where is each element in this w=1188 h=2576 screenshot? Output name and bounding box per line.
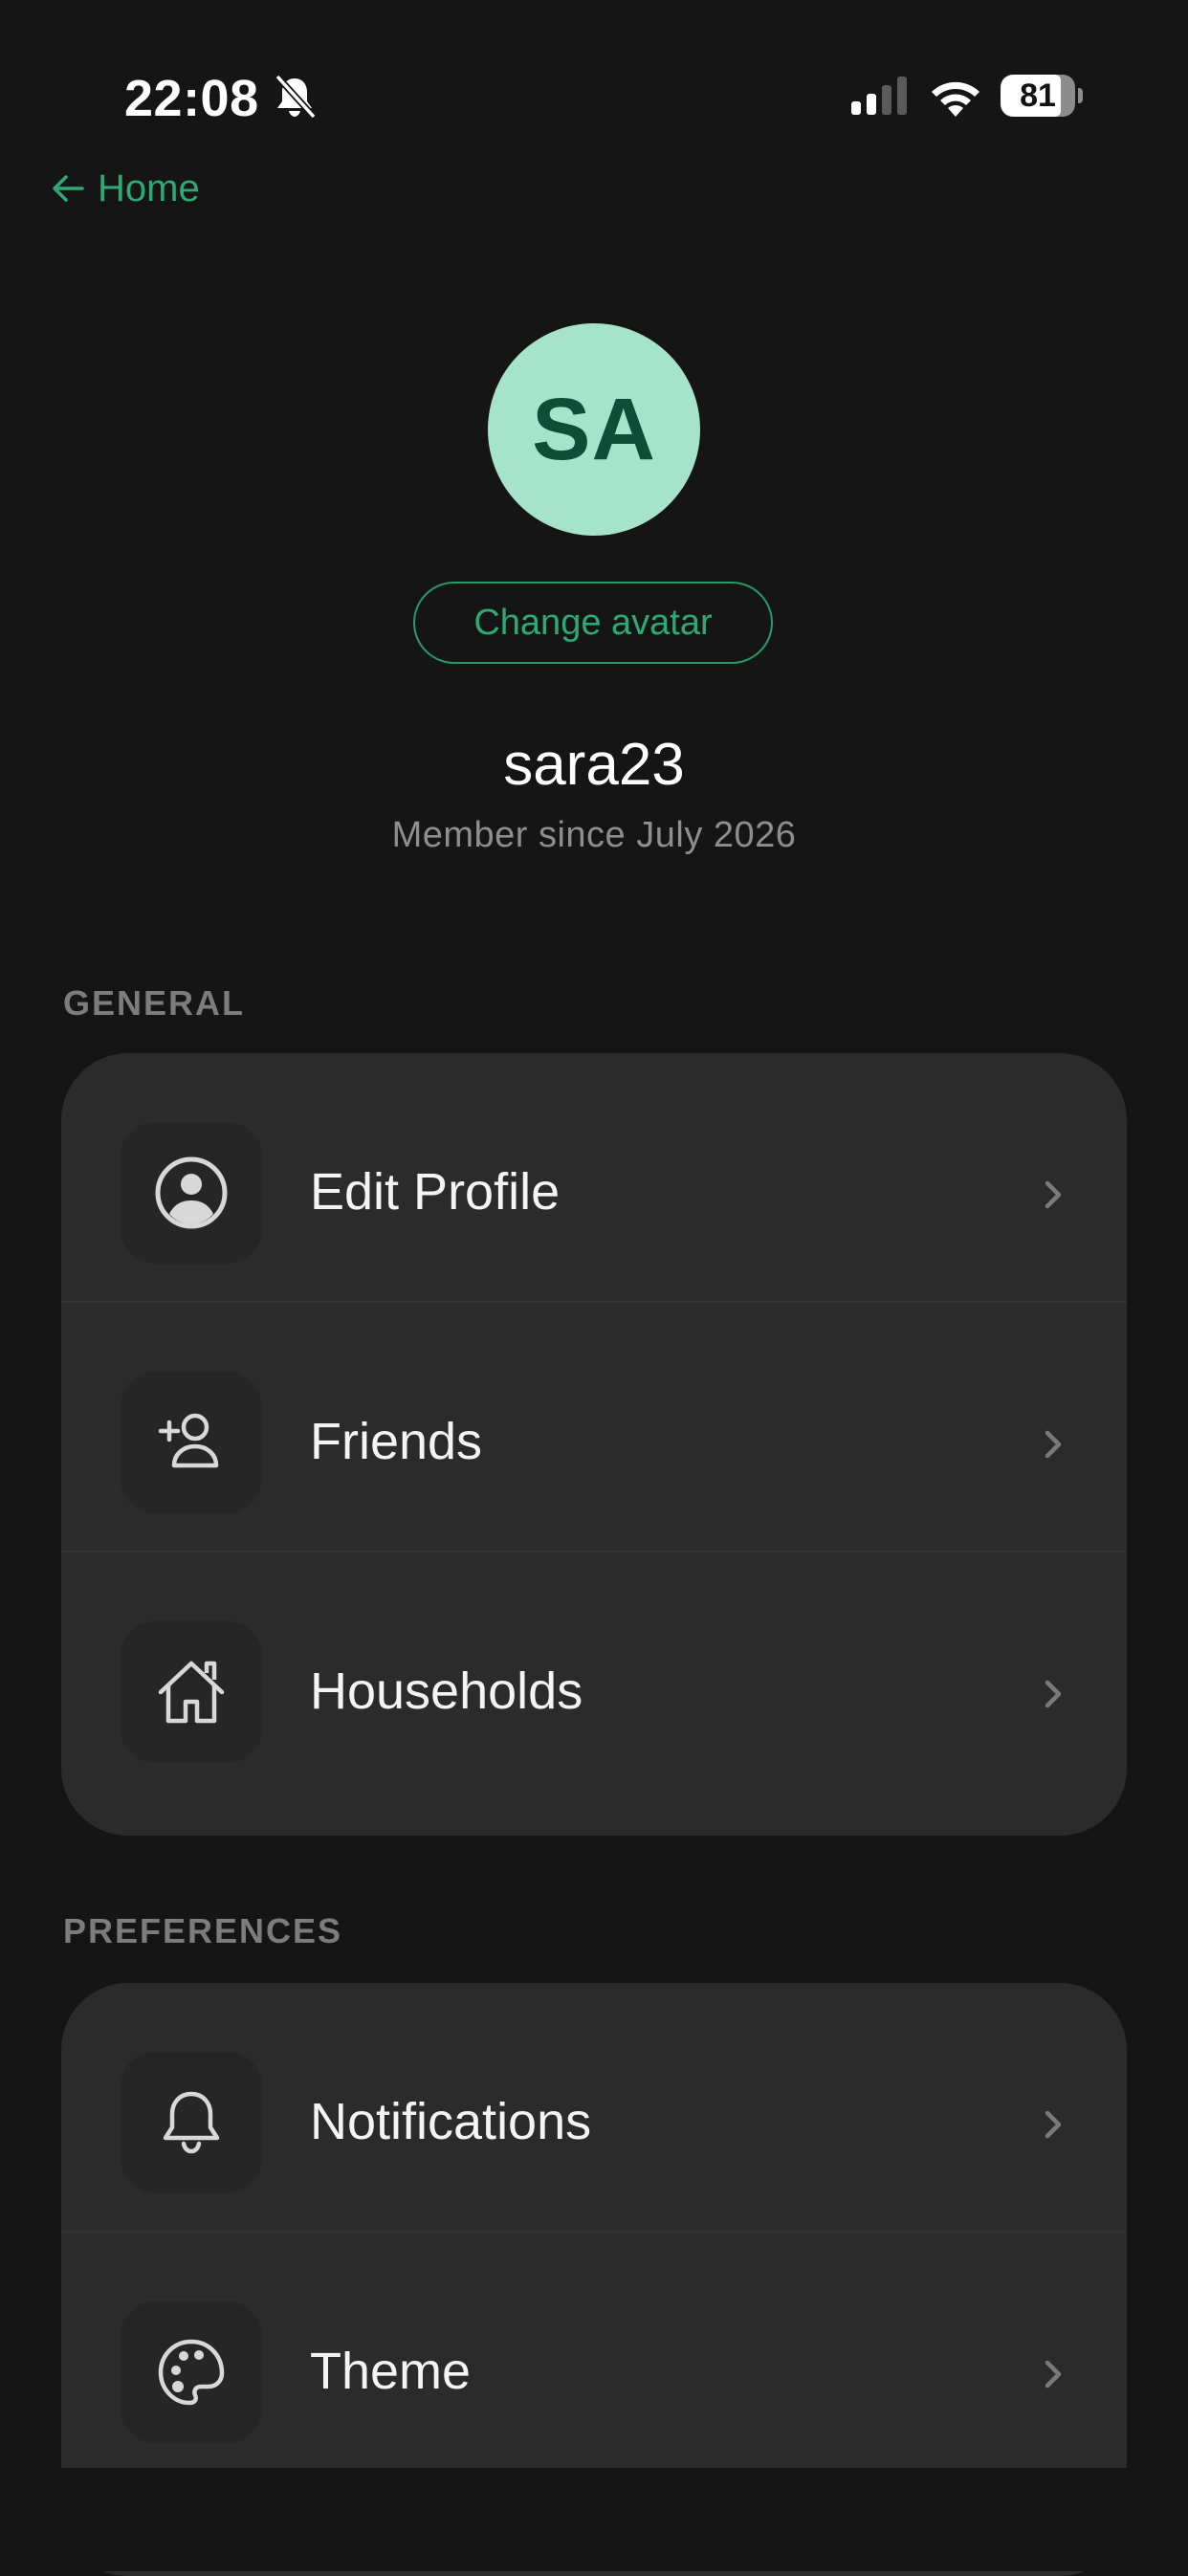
- chevron-right-icon: [1045, 2110, 1062, 2139]
- chevron-right-icon: [1045, 1430, 1062, 1459]
- section-title-general: GENERAL: [63, 983, 246, 1023]
- menu-item-edit-profile[interactable]: Edit Profile: [61, 1053, 1127, 1303]
- battery-body: 81: [1001, 75, 1075, 117]
- cellular-signal-icon: [851, 77, 907, 115]
- chevron-right-icon: [1045, 1680, 1062, 1708]
- avatar: SA: [488, 323, 700, 536]
- menu-item-theme[interactable]: Theme: [61, 2233, 1127, 2482]
- general-settings-card: Edit Profile Friends Households: [61, 1053, 1127, 1836]
- bell-icon: [163, 2091, 220, 2154]
- row-icon-container: [121, 1372, 262, 1513]
- chevron-right-icon: [1045, 2360, 1062, 2389]
- house-icon: [158, 1661, 225, 1724]
- battery-level: 81: [1020, 77, 1056, 114]
- row-icon-container: [121, 1122, 262, 1264]
- row-icon-container: [121, 2052, 262, 2193]
- battery-tip: [1078, 88, 1083, 103]
- palette-icon: [158, 2339, 225, 2406]
- status-bar: 22:08 81: [0, 0, 1188, 182]
- back-home-link[interactable]: Home: [52, 163, 200, 214]
- menu-item-label: Households: [310, 1662, 583, 1720]
- user-circle-icon: [155, 1156, 228, 1229]
- bell-off-icon: [275, 74, 317, 120]
- menu-item-friends[interactable]: Friends: [61, 1303, 1127, 1552]
- row-icon-container: [121, 1621, 262, 1763]
- avatar-initials: SA: [532, 380, 656, 478]
- username: sara23: [503, 732, 685, 798]
- back-link-label: Home: [98, 166, 200, 209]
- section-title-preferences: PREFERENCES: [63, 1911, 343, 1950]
- battery-icon: 81: [1001, 75, 1083, 117]
- menu-item-label: Edit Profile: [310, 1163, 561, 1221]
- change-avatar-button[interactable]: Change avatar: [413, 582, 773, 664]
- bottom-fade: [0, 2468, 1188, 2571]
- menu-item-label: Friends: [310, 1413, 483, 1470]
- add-friend-icon: [158, 1413, 219, 1468]
- menu-item-households[interactable]: Households: [61, 1552, 1127, 1802]
- arrow-left-icon: [53, 175, 84, 202]
- wifi-icon: [932, 81, 979, 117]
- row-icon-container: [121, 2301, 262, 2443]
- menu-item-label: Notifications: [310, 2093, 592, 2150]
- member-since: Member since July 2026: [391, 815, 797, 855]
- menu-item-label: Theme: [310, 2343, 472, 2400]
- menu-item-notifications[interactable]: Notifications: [61, 1983, 1127, 2233]
- status-time: 22:08: [124, 70, 259, 127]
- chevron-right-icon: [1045, 1180, 1062, 1209]
